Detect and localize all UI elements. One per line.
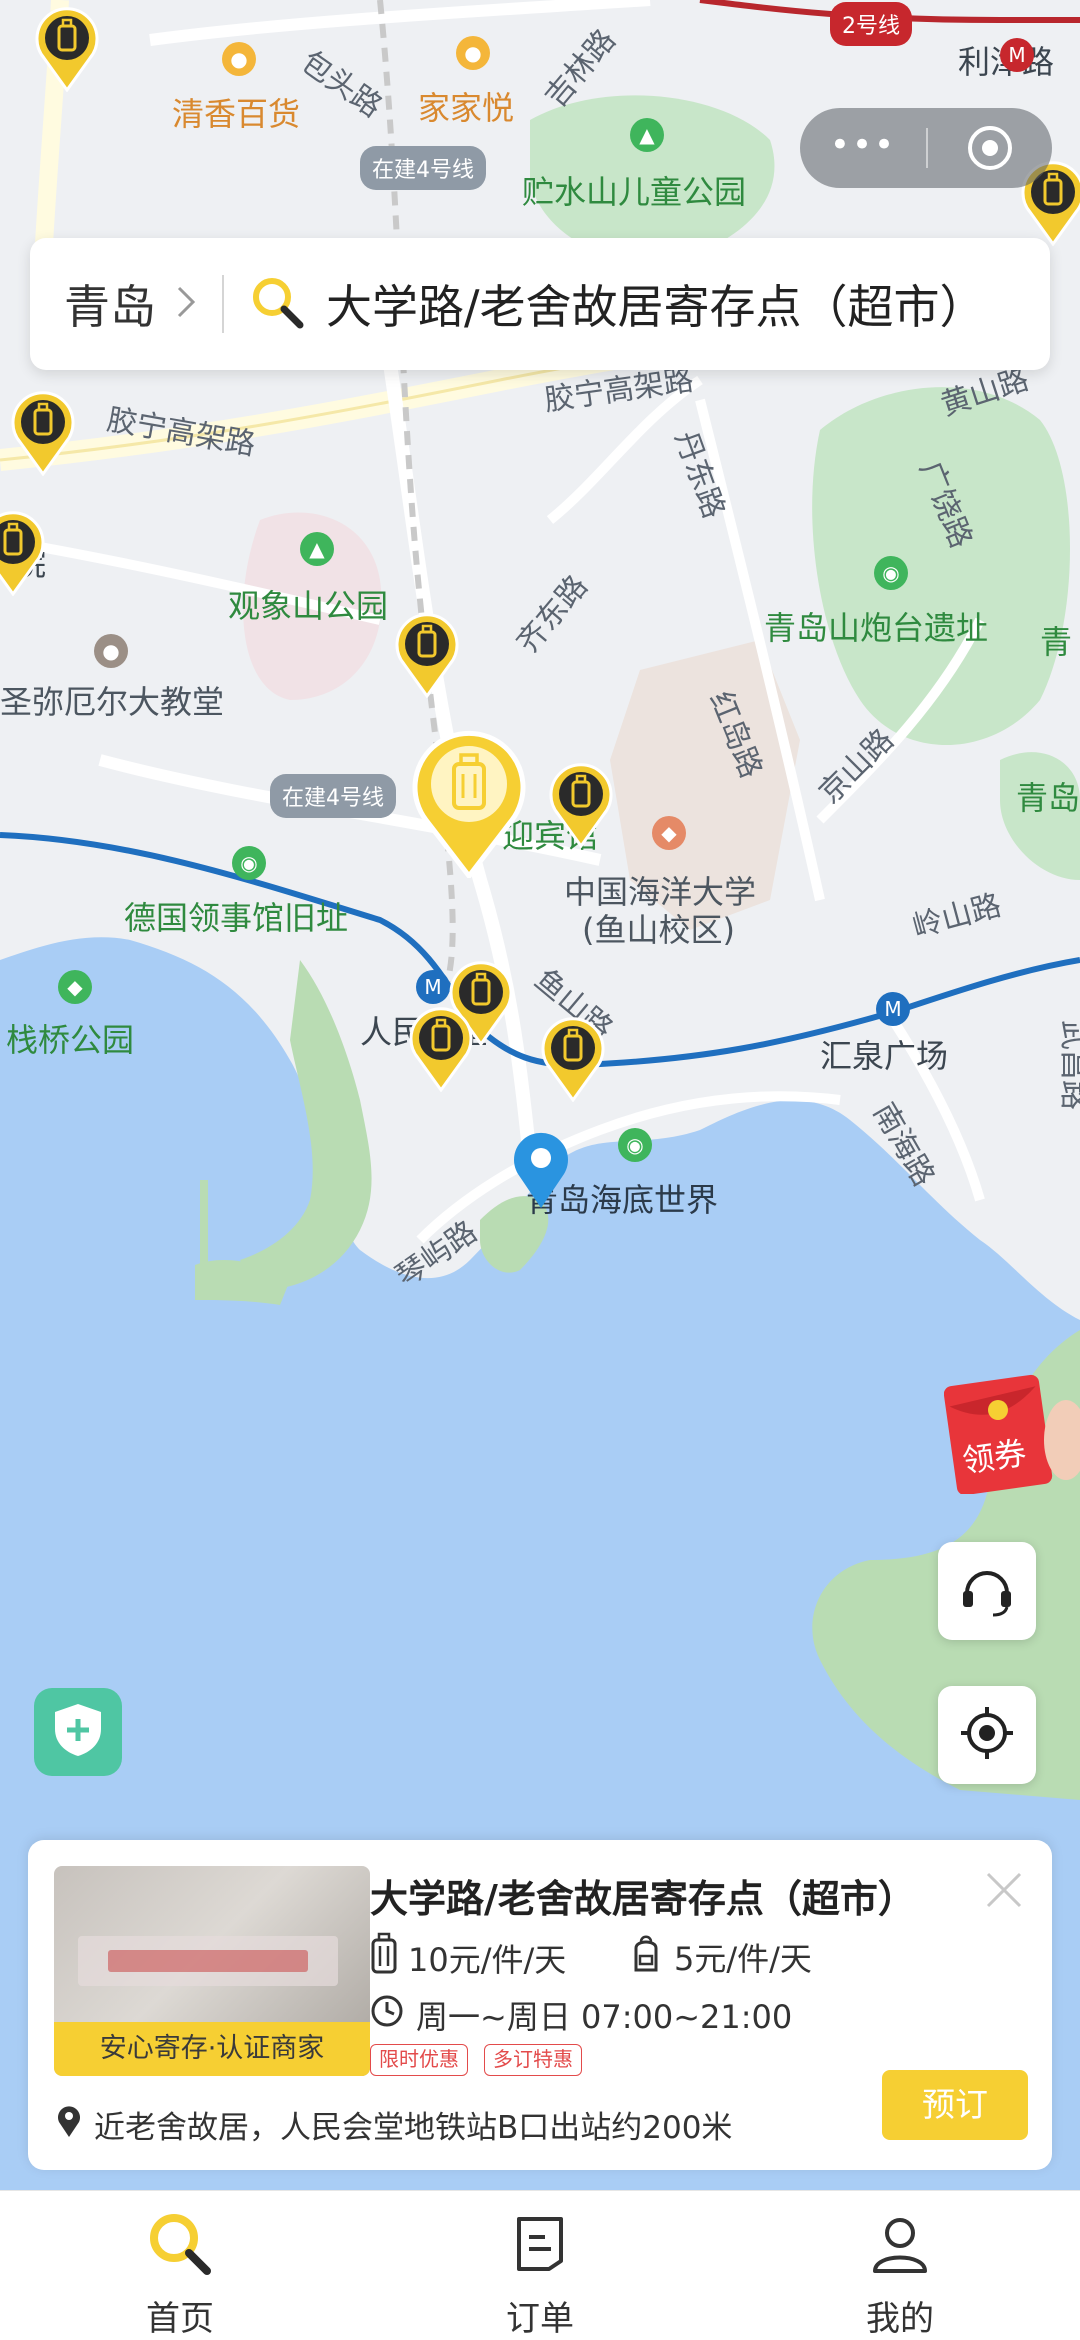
store-address: 近老舍故居，人民会堂地铁站B口出站约200米 bbox=[56, 2102, 732, 2147]
storage-pin-icon[interactable] bbox=[408, 1006, 474, 1092]
order-icon bbox=[505, 2209, 575, 2283]
promo-tag: 多订特惠 bbox=[484, 2044, 582, 2076]
luggage-price: 10元/件/天 bbox=[370, 1932, 566, 1984]
storage-pin-icon[interactable] bbox=[0, 510, 46, 596]
scenic-icon[interactable]: ◉ bbox=[874, 556, 908, 590]
store-address-text: 近老舍故居，人民会堂地铁站B口出站约200米 bbox=[94, 2110, 733, 2146]
verified-badge: 安心寄存·认证商家 bbox=[54, 2022, 370, 2076]
poi-label[interactable]: 家家悦 bbox=[418, 92, 514, 124]
scenic-icon[interactable]: ◉ bbox=[232, 846, 266, 880]
poi-label[interactable]: 栈桥公园 bbox=[6, 1024, 134, 1056]
church-icon[interactable]: ● bbox=[94, 634, 128, 668]
store-sign-text-blur bbox=[108, 1950, 308, 1972]
coupon-button[interactable]: 领券 bbox=[943, 1370, 1080, 1496]
metro-icon[interactable]: M bbox=[876, 992, 910, 1026]
poi-label[interactable]: (鱼山校区) bbox=[582, 914, 735, 946]
opening-hours-text: 周一~周日 07:00~21:00 bbox=[416, 1998, 793, 2036]
metro-construction-label: 在建4号线 bbox=[270, 774, 396, 818]
book-button[interactable]: 预订 bbox=[882, 2070, 1028, 2140]
clock-icon bbox=[370, 1994, 404, 2036]
storage-pin-icon[interactable] bbox=[10, 390, 76, 476]
poi-label[interactable]: 贮水山儿童公园 bbox=[522, 176, 746, 208]
poi-label[interactable]: 观象山公园 bbox=[228, 590, 388, 622]
city-selector[interactable]: 青岛 bbox=[64, 271, 156, 337]
shop-icon[interactable]: ● bbox=[222, 42, 256, 76]
chevron-right-icon[interactable] bbox=[176, 285, 196, 323]
road-label: 武昌路 bbox=[1056, 1020, 1080, 1110]
tab-label: 我的 bbox=[866, 2299, 934, 2339]
park-icon[interactable]: ▲ bbox=[630, 118, 664, 152]
poi-label[interactable]: 青岛山炮台遗址 bbox=[764, 612, 988, 644]
tab-home[interactable]: 首页 bbox=[0, 2191, 360, 2340]
bottom-tab-bar: 首页 订单 我的 bbox=[0, 2190, 1080, 2340]
promo-tag: 限时优惠 bbox=[370, 2044, 468, 2076]
metro-icon[interactable]: M bbox=[1000, 38, 1034, 72]
scenic-icon[interactable]: ◉ bbox=[618, 1128, 652, 1162]
search-input[interactable]: 大学路/老舍故居寄存点（超市） bbox=[326, 271, 986, 337]
target-close-icon[interactable] bbox=[928, 108, 1052, 188]
customer-service-button[interactable] bbox=[938, 1542, 1036, 1640]
metro-construction-label: 在建4号线 bbox=[360, 146, 486, 190]
poi-label[interactable]: 圣弥厄尔大教堂 bbox=[0, 686, 224, 718]
metro-icon[interactable]: M bbox=[416, 970, 450, 1004]
poi-label[interactable]: 青 bbox=[1040, 626, 1072, 658]
luggage-price-text: 10元/件/天 bbox=[408, 1941, 567, 1979]
mini-program-capsule: ••• bbox=[800, 108, 1052, 188]
shop-icon[interactable]: ● bbox=[456, 36, 490, 70]
storage-pin-icon[interactable] bbox=[34, 6, 100, 92]
close-icon[interactable] bbox=[984, 1870, 1024, 1914]
poi-label[interactable]: 汇泉广场 bbox=[820, 1040, 948, 1072]
park-icon[interactable]: ◆ bbox=[58, 970, 92, 1004]
location-marker-icon bbox=[510, 1130, 572, 1210]
park-icon[interactable]: ▲ bbox=[300, 532, 334, 566]
profile-icon bbox=[865, 2209, 935, 2283]
search-divider bbox=[222, 275, 224, 333]
coupon-label: 领券 bbox=[959, 1433, 1029, 1481]
store-card[interactable]: 安心寄存·认证商家 大学路/老舍故居寄存点（超市） 10元/件/天 5元/件/天… bbox=[28, 1840, 1052, 2170]
search-icon[interactable] bbox=[250, 275, 304, 333]
poi-label[interactable]: 德国领事馆旧址 bbox=[124, 902, 348, 934]
search-bar[interactable]: 青岛 大学路/老舍故居寄存点（超市） bbox=[30, 238, 1050, 370]
safety-button[interactable] bbox=[34, 1688, 122, 1776]
poi-label[interactable]: 中国海洋大学 bbox=[564, 876, 756, 908]
poi-label[interactable]: 清香百货 bbox=[172, 98, 300, 130]
backpack-icon bbox=[630, 1932, 662, 1982]
tab-profile[interactable]: 我的 bbox=[720, 2191, 1080, 2340]
storage-pin-icon[interactable] bbox=[540, 1016, 606, 1102]
tab-label: 订单 bbox=[506, 2299, 574, 2339]
metro-line-label: 2号线 bbox=[830, 2, 912, 46]
store-title[interactable]: 大学路/老舍故居寄存点（超市） bbox=[370, 1868, 916, 1923]
opening-hours: 周一~周日 07:00~21:00 bbox=[370, 1992, 792, 2038]
tab-label: 首页 bbox=[146, 2299, 214, 2339]
suitcase-icon bbox=[370, 1932, 398, 1984]
search-icon bbox=[145, 2209, 215, 2283]
tab-orders[interactable]: 订单 bbox=[360, 2191, 720, 2340]
location-pin-icon bbox=[56, 2104, 82, 2146]
locate-icon bbox=[957, 1703, 1017, 1767]
poi-label[interactable]: 青岛 bbox=[1016, 782, 1080, 814]
locate-button[interactable] bbox=[938, 1686, 1036, 1784]
storage-pin-icon[interactable] bbox=[394, 612, 460, 698]
more-dots-icon[interactable]: ••• bbox=[800, 108, 926, 188]
bag-price-text: 5元/件/天 bbox=[674, 1940, 812, 1978]
selected-storage-pin-icon[interactable] bbox=[410, 728, 528, 878]
headset-icon bbox=[957, 1559, 1017, 1623]
school-icon[interactable]: ◆ bbox=[652, 816, 686, 850]
bag-price: 5元/件/天 bbox=[630, 1932, 812, 1982]
storage-pin-icon[interactable] bbox=[548, 762, 614, 848]
shield-plus-icon bbox=[51, 1701, 105, 1763]
